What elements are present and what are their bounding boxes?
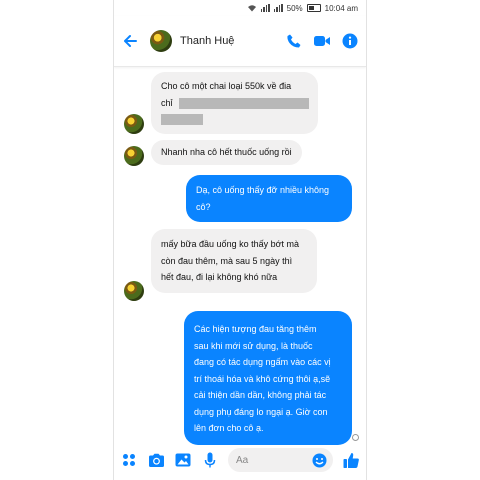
signal-icon (260, 4, 270, 12)
contact-avatar-small (124, 114, 144, 134)
message-text: Nhanh nha cô hết thuốc uống rồi (161, 147, 292, 157)
chat-header: Thanh Huệ (114, 16, 366, 67)
message-text-line: cải thiện dần dần, không phải tác (194, 390, 327, 400)
message-text-line: Cho cô một chai loại 550k về đia (161, 81, 292, 91)
message-input[interactable]: Aa (228, 448, 333, 472)
message-text-line: đang có tác dụng ngấm vào các vị (194, 357, 331, 367)
message-text-line: trí thoái hóa và khô cứng thôi ạ,sẽ (194, 373, 331, 384)
message-text-line-2: chỉ (161, 95, 310, 112)
back-arrow-icon[interactable] (122, 32, 140, 50)
message-incoming[interactable]: mấy bữa đầu uống ko thấy bớt mà còn đau … (151, 229, 317, 293)
redacted-address-line (161, 111, 308, 128)
message-text-line: dụng phụ đáng lo ngại ạ. Giờ con (194, 406, 328, 417)
microphone-icon[interactable] (201, 451, 219, 469)
message-incoming[interactable]: Nhanh nha cô hết thuốc uống rồi (151, 140, 302, 165)
gallery-icon[interactable] (174, 451, 192, 469)
message-text-fragment: chỉ (161, 97, 173, 108)
camera-icon[interactable] (147, 451, 165, 469)
contact-name[interactable]: Thanh Huệ (180, 35, 276, 47)
apps-icon[interactable] (120, 451, 138, 469)
composer-bar: Aa (114, 440, 366, 480)
message-text-line: mấy bữa đầu uống ko thấy bớt mà (161, 239, 300, 249)
battery-percent: 50% (286, 3, 303, 13)
message-text-line: hết đau, đi lại không khó nữa (161, 272, 278, 282)
thumbs-up-icon[interactable] (342, 451, 360, 469)
redacted-address (179, 97, 310, 109)
message-incoming[interactable]: Cho cô một chai loại 550k về đia chỉ (151, 72, 318, 134)
video-icon[interactable] (312, 31, 332, 51)
message-list[interactable]: Cho cô một chai loại 550k về đia chỉ Nha… (114, 67, 366, 445)
message-text-line: còn đau thêm, mà sau 5 ngày thì (161, 255, 293, 266)
contact-avatar[interactable] (150, 30, 172, 52)
clock: 10:04 am (324, 3, 358, 13)
phone-icon[interactable] (284, 31, 304, 51)
signal-icon-2 (273, 4, 283, 12)
message-text-line: Dạ, cô uống thấy đỡ nhiều không (196, 185, 329, 195)
message-text-line: cô? (196, 201, 211, 212)
message-text-line: sau khi mới sử dụng, là thuốc (194, 340, 313, 351)
battery-icon (306, 4, 321, 12)
message-outgoing[interactable]: Dạ, cô uống thấy đỡ nhiều không cô? (186, 175, 352, 222)
wifi-icon (247, 5, 256, 12)
messenger-window: 50% 10:04 am Thanh Huệ Cho cô một chai l… (114, 0, 366, 480)
emoji-icon[interactable] (312, 453, 327, 468)
message-outgoing[interactable]: Các hiện tượng đau tăng thêm sau khi mới… (184, 311, 352, 445)
contact-avatar-small (124, 146, 144, 166)
message-input-placeholder: Aa (236, 454, 249, 466)
contact-avatar-small (124, 281, 144, 301)
message-text-line: Các hiện tượng đau tăng thêm (194, 324, 317, 334)
message-text-line: lên đơn cho cô ạ. (194, 423, 264, 433)
info-icon[interactable] (340, 31, 360, 51)
status-bar: 50% 10:04 am (114, 0, 366, 16)
